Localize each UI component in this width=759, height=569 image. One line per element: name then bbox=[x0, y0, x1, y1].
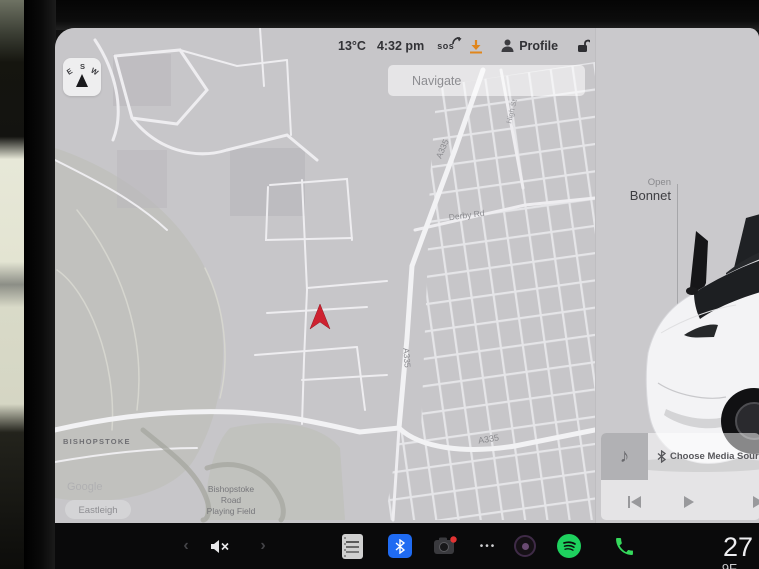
phone-icon bbox=[615, 537, 634, 556]
bluetooth-app-button[interactable] bbox=[388, 523, 412, 569]
bluetooth-icon bbox=[657, 450, 666, 463]
tesla-screen: A335 High St Derby Rd A335 A335 BISHOPST… bbox=[55, 28, 759, 569]
photo-frame: A335 High St Derby Rd A335 A335 BISHOPST… bbox=[0, 0, 759, 569]
music-note-icon: ♪ bbox=[620, 446, 630, 468]
camera-icon bbox=[433, 536, 457, 556]
camera-lens-icon bbox=[514, 535, 536, 557]
background-environment-left bbox=[0, 0, 26, 569]
previous-track-icon[interactable] bbox=[627, 496, 642, 508]
media-transport-controls bbox=[601, 495, 759, 509]
volume-down-chevron[interactable]: ‹ bbox=[179, 523, 193, 569]
poi-line-2: Road bbox=[221, 495, 242, 505]
volume-up-chevron[interactable]: › bbox=[256, 523, 270, 569]
software-update-button[interactable] bbox=[469, 39, 483, 54]
bluetooth-app-icon bbox=[388, 534, 412, 558]
bluetooth-rune-icon bbox=[395, 539, 405, 554]
bonnet-label: Bonnet bbox=[630, 189, 671, 204]
map-canvas: A335 High St Derby Rd A335 A335 BISHOPST… bbox=[55, 28, 595, 523]
compass-letter-w: W bbox=[89, 66, 100, 77]
profile-label: Profile bbox=[519, 39, 558, 53]
download-icon bbox=[469, 39, 483, 54]
spotify-icon bbox=[557, 534, 581, 558]
album-art-placeholder[interactable]: ♪ bbox=[601, 433, 648, 480]
compass-needle-icon bbox=[76, 74, 88, 87]
city-pill-eastleigh: Eastleigh bbox=[65, 500, 131, 519]
poi-line-1: Bishopstoke bbox=[208, 484, 255, 494]
sentry-lens-button[interactable] bbox=[513, 523, 537, 569]
car-status-panel: Open Bonnet bbox=[595, 28, 759, 523]
launcher-bar: ‹ › bbox=[55, 523, 759, 569]
background-number-partial: 9F bbox=[722, 561, 737, 569]
open-bonnet-button[interactable]: Open Bonnet bbox=[630, 178, 671, 204]
spotify-waves-icon bbox=[561, 538, 577, 554]
screen-bezel-left bbox=[24, 0, 56, 569]
choose-media-source-button[interactable]: Choose Media Source bbox=[657, 450, 759, 463]
compass-widget[interactable]: E S W bbox=[63, 58, 101, 96]
phone-app-button[interactable] bbox=[611, 523, 637, 569]
map-attribution: Google bbox=[67, 481, 102, 493]
background-number: 27 bbox=[723, 532, 753, 563]
sos-arc-icon bbox=[452, 36, 463, 45]
navigate-search-bar[interactable] bbox=[388, 65, 585, 96]
navigate-search-input[interactable] bbox=[410, 73, 575, 89]
next-track-icon[interactable] bbox=[752, 496, 759, 508]
calendar-app-button[interactable] bbox=[341, 523, 363, 569]
person-icon bbox=[501, 39, 514, 53]
poi-line-3: Playing Field bbox=[207, 506, 256, 516]
profile-button[interactable]: Profile bbox=[501, 39, 558, 53]
compass-letter-s: S bbox=[80, 62, 85, 71]
play-icon[interactable] bbox=[682, 495, 695, 509]
lock-button[interactable] bbox=[577, 39, 590, 53]
media-source-label: Choose Media Source bbox=[670, 451, 759, 462]
clock: 4:32 pm bbox=[377, 39, 424, 53]
outside-temperature: 13°C bbox=[338, 39, 366, 53]
sos-roaming-indicator: sos bbox=[437, 41, 454, 51]
media-player-card: ♪ Choose Media Source bbox=[601, 433, 759, 520]
map-area-label: BISHOPSTOKE bbox=[63, 437, 131, 446]
spotify-app-button[interactable] bbox=[556, 523, 582, 569]
screen-bezel-top bbox=[24, 0, 759, 30]
muted-speaker-icon bbox=[210, 539, 230, 554]
road-label-a335-mid: A335 bbox=[401, 348, 412, 369]
unlocked-padlock-icon bbox=[577, 39, 590, 53]
calendar-icon bbox=[342, 534, 363, 559]
dashcam-app-button[interactable] bbox=[432, 523, 458, 569]
more-apps-button[interactable]: ••• bbox=[475, 523, 501, 569]
city-pill-label: Eastleigh bbox=[78, 505, 117, 516]
compass-letter-e: E bbox=[65, 66, 74, 76]
mute-button[interactable] bbox=[207, 523, 233, 569]
map[interactable]: A335 High St Derby Rd A335 A335 BISHOPST… bbox=[55, 28, 595, 523]
